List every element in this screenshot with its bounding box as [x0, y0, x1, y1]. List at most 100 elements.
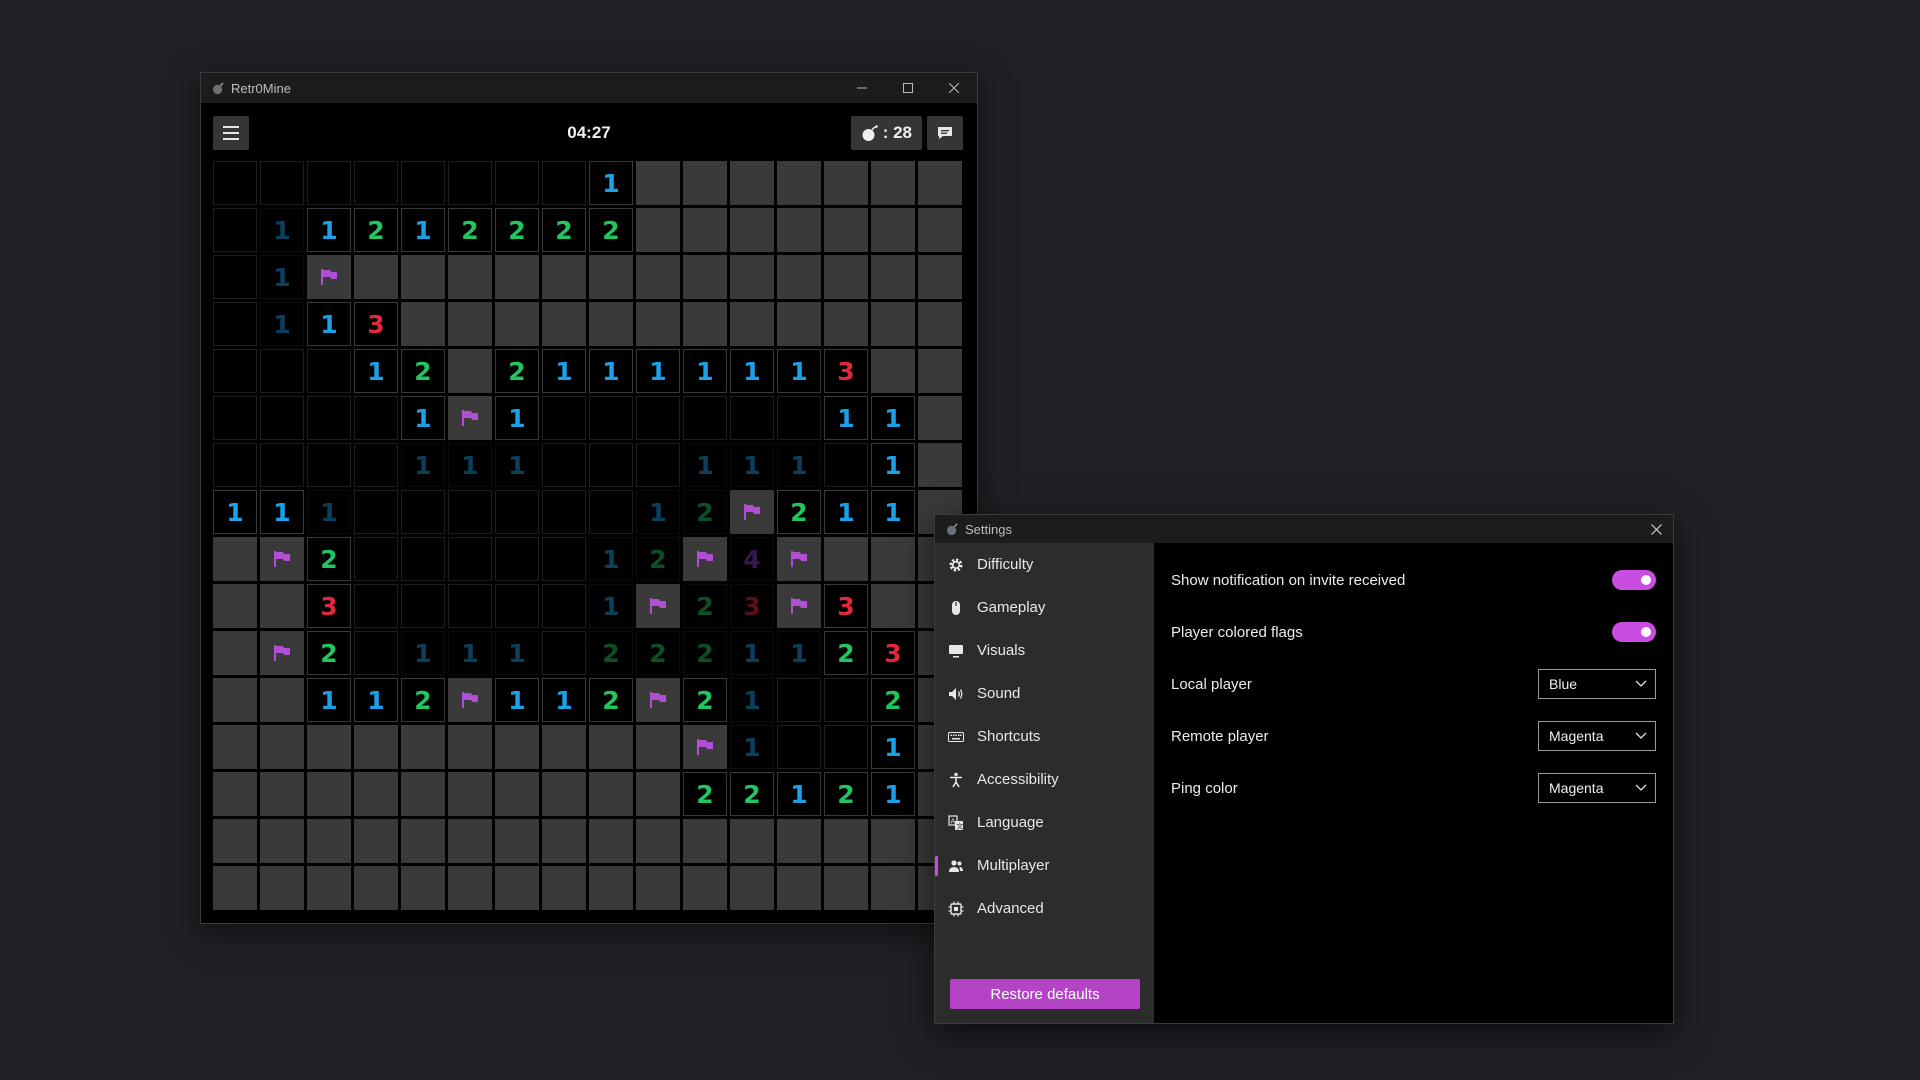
cell-number[interactable]: 1	[307, 678, 351, 722]
cell-empty[interactable]	[542, 396, 586, 440]
sidebar-item-multiplayer[interactable]: Multiplayer	[935, 844, 1154, 887]
cell-empty[interactable]	[307, 161, 351, 205]
cell-empty[interactable]	[542, 443, 586, 487]
cell-number[interactable]: 1	[495, 443, 539, 487]
flag-icon[interactable]	[448, 678, 492, 722]
cell-empty[interactable]	[307, 396, 351, 440]
cell-number[interactable]: 1	[683, 443, 727, 487]
cell-number[interactable]: 2	[683, 631, 727, 675]
cell-number[interactable]: 2	[542, 208, 586, 252]
cell-hidden[interactable]	[636, 772, 680, 816]
cell-number[interactable]: 1	[730, 725, 774, 769]
cell-hidden[interactable]	[871, 819, 915, 863]
cell-number[interactable]: 1	[307, 302, 351, 346]
cell-hidden[interactable]	[448, 725, 492, 769]
cell-number[interactable]: 1	[260, 208, 304, 252]
cell-number[interactable]: 1	[260, 302, 304, 346]
cell-hidden[interactable]	[824, 537, 868, 581]
cell-hidden[interactable]	[589, 772, 633, 816]
cell-hidden[interactable]	[448, 866, 492, 910]
cell-empty[interactable]	[448, 490, 492, 534]
cell-hidden[interactable]	[213, 678, 257, 722]
cell-number[interactable]: 1	[401, 631, 445, 675]
cell-hidden[interactable]	[213, 537, 257, 581]
cell-number[interactable]: 1	[307, 208, 351, 252]
cell-hidden[interactable]	[401, 819, 445, 863]
cell-empty[interactable]	[260, 161, 304, 205]
sidebar-item-accessibility[interactable]: Accessibility	[935, 758, 1154, 801]
cell-empty[interactable]	[636, 443, 680, 487]
cell-number[interactable]: 1	[448, 443, 492, 487]
cell-hidden[interactable]	[777, 255, 821, 299]
cell-hidden[interactable]	[495, 255, 539, 299]
cell-number[interactable]: 1	[401, 396, 445, 440]
flag-icon[interactable]	[683, 537, 727, 581]
cell-empty[interactable]	[683, 396, 727, 440]
notify-invite-toggle[interactable]	[1612, 570, 1656, 590]
cell-empty[interactable]	[213, 302, 257, 346]
cell-number[interactable]: 3	[824, 349, 868, 393]
sidebar-item-language[interactable]: A 文 Language	[935, 801, 1154, 844]
sidebar-item-sound[interactable]: Sound	[935, 672, 1154, 715]
cell-empty[interactable]	[542, 631, 586, 675]
cell-empty[interactable]	[354, 490, 398, 534]
cell-empty[interactable]	[542, 490, 586, 534]
cell-empty[interactable]	[448, 537, 492, 581]
cell-number[interactable]: 1	[589, 537, 633, 581]
cell-empty[interactable]	[730, 396, 774, 440]
cell-hidden[interactable]	[683, 866, 727, 910]
cell-empty[interactable]	[589, 443, 633, 487]
flag-icon[interactable]	[636, 678, 680, 722]
cell-hidden[interactable]	[730, 161, 774, 205]
cell-hidden[interactable]	[260, 584, 304, 628]
cell-number[interactable]: 1	[401, 208, 445, 252]
cell-empty[interactable]	[777, 396, 821, 440]
cell-number[interactable]: 1	[777, 443, 821, 487]
cell-hidden[interactable]	[824, 302, 868, 346]
cell-number[interactable]: 2	[730, 772, 774, 816]
cell-hidden[interactable]	[448, 772, 492, 816]
chat-button[interactable]	[927, 116, 963, 150]
cell-hidden[interactable]	[495, 725, 539, 769]
cell-number[interactable]: 1	[213, 490, 257, 534]
cell-hidden[interactable]	[401, 725, 445, 769]
cell-number[interactable]: 2	[589, 631, 633, 675]
local-player-select[interactable]: Blue	[1538, 669, 1656, 699]
cell-number[interactable]: 1	[354, 349, 398, 393]
cell-number[interactable]: 1	[636, 349, 680, 393]
cell-number[interactable]: 2	[683, 490, 727, 534]
cell-number[interactable]: 1	[542, 678, 586, 722]
cell-number[interactable]: 1	[730, 443, 774, 487]
cell-hidden[interactable]	[542, 772, 586, 816]
cell-number[interactable]: 2	[683, 678, 727, 722]
cell-hidden[interactable]	[260, 678, 304, 722]
cell-hidden[interactable]	[495, 866, 539, 910]
cell-empty[interactable]	[260, 396, 304, 440]
cell-number[interactable]: 1	[871, 396, 915, 440]
cell-number[interactable]: 1	[542, 349, 586, 393]
cell-number[interactable]: 3	[871, 631, 915, 675]
cell-hidden[interactable]	[589, 302, 633, 346]
cell-hidden[interactable]	[824, 255, 868, 299]
cell-number[interactable]: 3	[307, 584, 351, 628]
cell-empty[interactable]	[307, 349, 351, 393]
flag-icon[interactable]	[777, 537, 821, 581]
cell-hidden[interactable]	[542, 725, 586, 769]
restore-defaults-button[interactable]: Restore defaults	[950, 979, 1140, 1009]
cell-number[interactable]: 1	[448, 631, 492, 675]
ping-color-select[interactable]: Magenta	[1538, 773, 1656, 803]
cell-hidden[interactable]	[213, 631, 257, 675]
cell-number[interactable]: 2	[448, 208, 492, 252]
cell-hidden[interactable]	[636, 161, 680, 205]
cell-hidden[interactable]	[542, 255, 586, 299]
cell-hidden[interactable]	[589, 819, 633, 863]
remote-player-select[interactable]: Magenta	[1538, 721, 1656, 751]
cell-number[interactable]: 2	[495, 349, 539, 393]
cell-empty[interactable]	[260, 349, 304, 393]
cell-empty[interactable]	[213, 208, 257, 252]
cell-hidden[interactable]	[495, 772, 539, 816]
cell-empty[interactable]	[448, 161, 492, 205]
cell-number[interactable]: 1	[777, 772, 821, 816]
cell-number[interactable]: 1	[589, 584, 633, 628]
flag-icon[interactable]	[448, 396, 492, 440]
